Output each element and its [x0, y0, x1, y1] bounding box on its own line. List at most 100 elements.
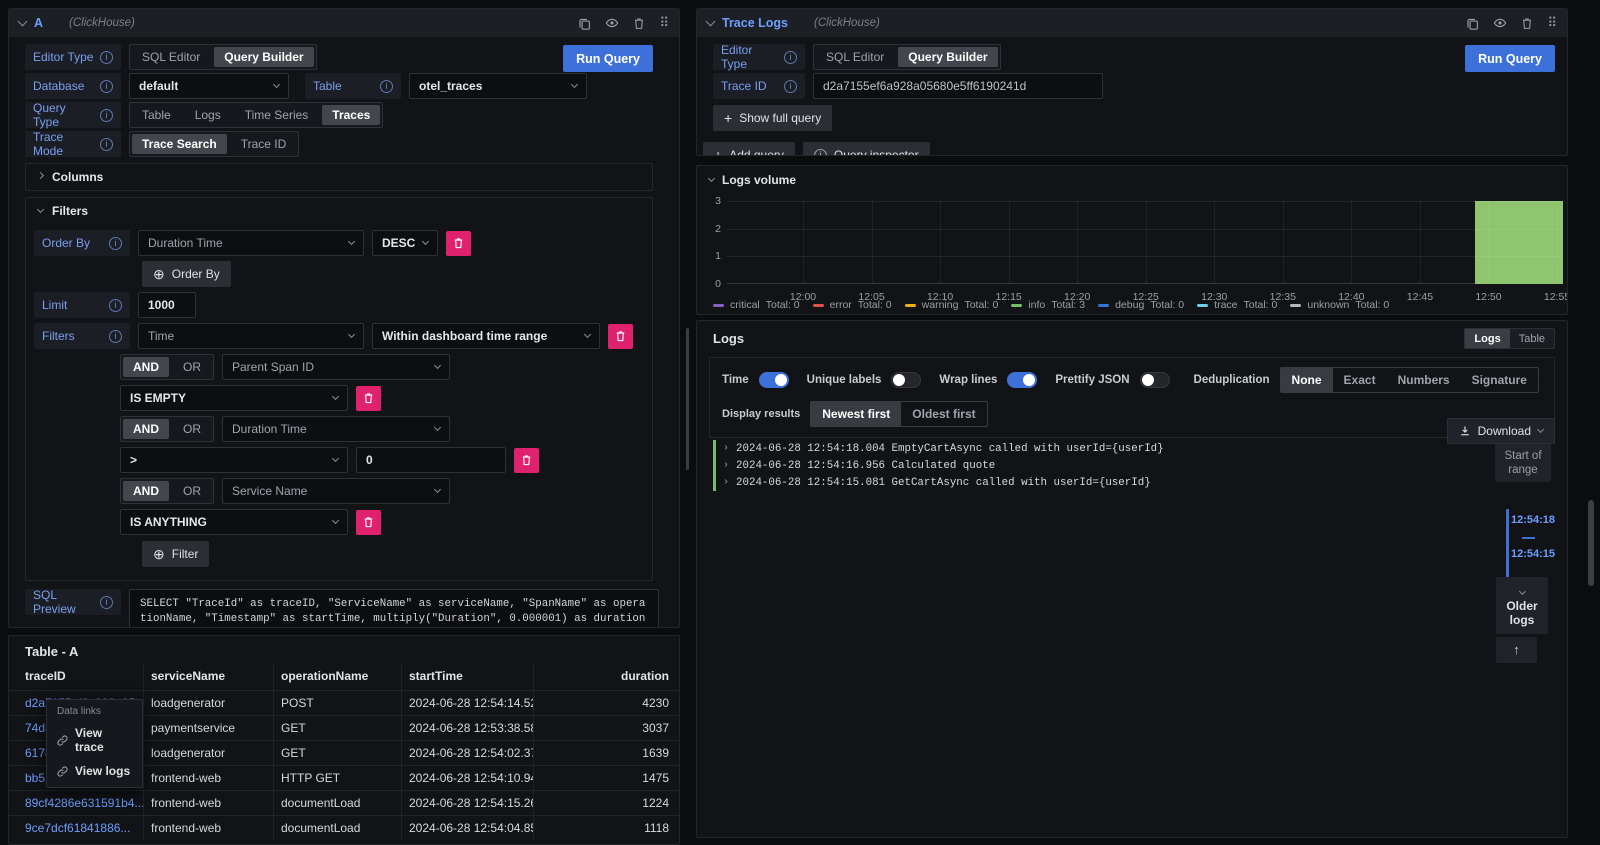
prettify-json-toggle[interactable] — [1140, 372, 1170, 388]
filter-value-select[interactable]: Within dashboard time range — [372, 323, 600, 349]
wrap-lines-toggle[interactable] — [1007, 372, 1037, 388]
download-button[interactable]: Download — [1447, 418, 1555, 444]
view-logs-menu-item[interactable]: View logs — [47, 759, 142, 783]
view-table-option[interactable]: Table — [1510, 329, 1554, 348]
trash-icon[interactable] — [633, 17, 645, 30]
condition-3-field-select[interactable]: Service Name — [222, 478, 450, 504]
col-header-operationname[interactable]: operationName — [274, 663, 402, 690]
add-filter-button[interactable]: ⊕ Filter — [142, 541, 209, 567]
expand-icon[interactable]: › — [723, 443, 729, 454]
log-line[interactable]: › 2024-06-28 12:54:16.956 Calculated quo… — [713, 457, 1164, 474]
or-option[interactable]: OR — [171, 479, 213, 503]
info-icon[interactable]: i — [380, 80, 393, 93]
view-logs-option[interactable]: Logs — [1465, 329, 1509, 348]
dedup-signature-option[interactable]: Signature — [1461, 368, 1538, 392]
editor-type-sql-editor[interactable]: SQL Editor — [130, 45, 212, 69]
remove-condition-2-button[interactable] — [514, 448, 539, 473]
info-icon[interactable]: i — [100, 109, 113, 122]
time-toggle[interactable] — [759, 372, 789, 388]
and-option[interactable]: AND — [123, 357, 169, 377]
copy-icon[interactable] — [578, 17, 591, 30]
run-query-button[interactable]: Run Query — [1465, 45, 1555, 72]
editor-type-query-builder[interactable]: Query Builder — [214, 47, 313, 67]
legend-item-error[interactable]: errorTotal: 0 — [813, 299, 892, 311]
and-option[interactable]: AND — [123, 419, 169, 439]
oldest-first-option[interactable]: Oldest first — [901, 402, 986, 426]
drag-handle-icon[interactable]: ⠿ — [1547, 15, 1557, 31]
info-icon[interactable]: i — [100, 80, 113, 93]
condition-2-value-input[interactable]: 0 — [356, 447, 506, 473]
trace-id-link[interactable]: 89cf4286e631591b4... — [9, 790, 144, 815]
trace-id-input[interactable]: d2a7155ef6a928a05680e5ff6190241d — [813, 73, 1103, 99]
run-query-button[interactable]: Run Query — [563, 45, 653, 72]
eye-icon[interactable] — [605, 16, 619, 30]
remove-condition-1-button[interactable] — [356, 386, 381, 411]
panel-title[interactable]: A — [34, 16, 43, 30]
logs-scrollbar-thumb[interactable] — [1588, 500, 1594, 586]
newest-first-option[interactable]: Newest first — [811, 402, 901, 426]
info-icon[interactable]: i — [100, 138, 113, 151]
editor-type-sql-editor[interactable]: SQL Editor — [814, 45, 896, 69]
editor-type-query-builder[interactable]: Query Builder — [898, 47, 997, 67]
add-query-button[interactable]: + Add query — [703, 142, 795, 156]
older-logs-label[interactable]: Older logs — [1498, 599, 1546, 627]
database-select[interactable]: default — [129, 73, 289, 99]
order-by-field-select[interactable]: Duration Time — [138, 230, 364, 256]
eye-icon[interactable] — [1493, 16, 1507, 30]
dedup-exact-option[interactable]: Exact — [1333, 368, 1387, 392]
table-select[interactable]: otel_traces — [409, 73, 587, 99]
query-type-table[interactable]: Table — [130, 103, 183, 127]
trash-icon[interactable] — [1521, 17, 1533, 30]
remove-order-by-button[interactable] — [446, 231, 471, 256]
or-option[interactable]: OR — [171, 355, 213, 379]
remove-condition-3-button[interactable] — [356, 510, 381, 535]
log-line[interactable]: › 2024-06-28 12:54:18.004 EmptyCartAsync… — [713, 440, 1164, 457]
scroll-to-top-button[interactable]: ↑ — [1496, 637, 1537, 663]
expand-icon[interactable]: › — [723, 460, 729, 471]
collapse-chevron-icon[interactable] — [18, 16, 28, 26]
col-header-traceid[interactable]: traceID — [9, 663, 144, 690]
filter-field-select[interactable]: Time — [138, 323, 364, 349]
limit-input[interactable]: 1000 — [138, 292, 196, 318]
filters-section-header[interactable]: Filters — [26, 198, 652, 224]
or-option[interactable]: OR — [171, 417, 213, 441]
log-line[interactable]: › 2024-06-28 12:54:15.081 GetCartAsync c… — [713, 474, 1164, 491]
col-header-starttime[interactable]: startTime — [402, 663, 534, 690]
info-icon[interactable]: i — [100, 596, 113, 609]
columns-section-header[interactable]: Columns — [26, 164, 652, 190]
condition-2-field-select[interactable]: Duration Time — [222, 416, 450, 442]
col-header-duration[interactable]: duration — [534, 663, 679, 690]
order-by-direction-select[interactable]: DESC — [372, 230, 438, 256]
legend-item-warning[interactable]: warningTotal: 0 — [905, 299, 999, 311]
legend-item-critical[interactable]: criticalTotal: 0 — [713, 299, 800, 311]
expand-icon[interactable]: › — [723, 477, 729, 488]
col-header-servicename[interactable]: serviceName — [144, 663, 274, 690]
trace-mode-trace-id[interactable]: Trace ID — [229, 132, 299, 156]
info-icon[interactable]: i — [109, 237, 122, 250]
dedup-none-option[interactable]: None — [1281, 368, 1333, 392]
legend-item-unknown[interactable]: unknownTotal: 0 — [1290, 299, 1389, 311]
condition-1-field-select[interactable]: Parent Span ID — [222, 354, 450, 380]
and-option[interactable]: AND — [123, 481, 169, 501]
query-type-traces[interactable]: Traces — [322, 105, 380, 125]
panel-title[interactable]: Trace Logs — [722, 16, 788, 30]
info-icon[interactable]: i — [784, 51, 797, 64]
query-inspector-button[interactable]: i Query inspector — [803, 142, 930, 156]
info-icon[interactable]: i — [109, 299, 122, 312]
info-icon[interactable]: i — [784, 80, 797, 93]
unique-labels-toggle[interactable] — [891, 372, 921, 388]
condition-2-operator-select[interactable]: > — [120, 447, 348, 473]
copy-icon[interactable] — [1466, 17, 1479, 30]
drag-handle-icon[interactable]: ⠿ — [659, 15, 669, 31]
view-trace-menu-item[interactable]: View trace — [47, 721, 142, 759]
show-full-query-button[interactable]: + Show full query — [713, 105, 832, 131]
log-range-bar[interactable] — [1506, 509, 1509, 579]
condition-3-operator-select[interactable]: IS ANYTHING — [120, 509, 348, 535]
dedup-numbers-option[interactable]: Numbers — [1387, 368, 1461, 392]
remove-filter-button[interactable] — [608, 324, 633, 349]
query-type-timeseries[interactable]: Time Series — [233, 103, 321, 127]
trace-mode-trace-search[interactable]: Trace Search — [132, 134, 227, 154]
condition-1-operator-select[interactable]: IS EMPTY — [120, 385, 348, 411]
legend-item-trace[interactable]: traceTotal: 0 — [1197, 299, 1277, 311]
collapse-chevron-icon[interactable] — [706, 16, 716, 26]
